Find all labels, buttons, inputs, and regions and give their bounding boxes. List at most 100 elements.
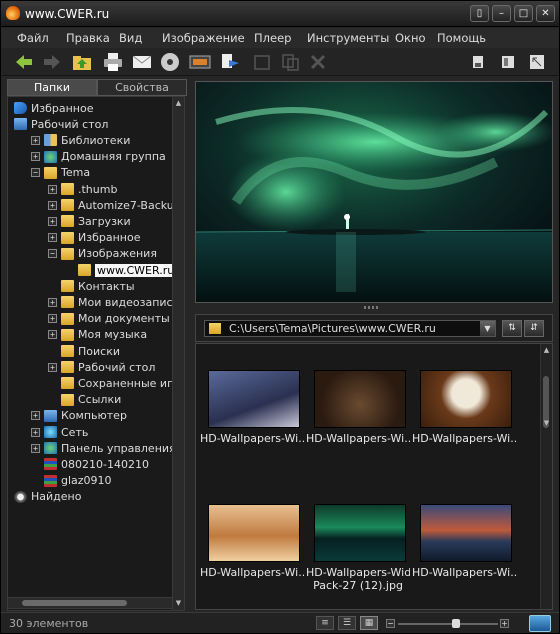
scroll-down-icon[interactable]: ▼ — [174, 599, 183, 608]
tree-item[interactable]: − Изображения — [48, 246, 157, 262]
folder-up-icon[interactable] — [71, 51, 93, 73]
tree-item[interactable]: + Automize7-Backup — [48, 197, 181, 213]
tree-item[interactable]: − Tema — [31, 165, 90, 181]
tree-item[interactable]: + Домашняя группа — [31, 149, 166, 165]
path-dropdown-icon[interactable]: ▼ — [480, 321, 495, 336]
move-to-icon[interactable] — [280, 51, 302, 73]
expand-icon[interactable]: + — [48, 330, 57, 340]
tab-folders[interactable]: Папки — [7, 79, 97, 96]
tree-item[interactable]: Поиски — [48, 343, 120, 359]
list-view-icon[interactable]: ☰ — [338, 616, 356, 630]
expand-icon[interactable]: + — [31, 152, 40, 162]
tree-item[interactable]: + Мои видеозаписи — [48, 294, 180, 310]
forward-arrow-icon[interactable] — [41, 51, 63, 73]
expand-icon[interactable]: + — [48, 184, 57, 194]
expand-icon[interactable]: + — [31, 443, 40, 453]
tree-item[interactable]: + Рабочий стол — [48, 359, 155, 375]
thumbnail-item[interactable]: HD-Wallpapers-Wide Pack-27 (12).jpg — [306, 500, 410, 600]
tree-item[interactable]: + Избранное — [48, 230, 140, 246]
details-view-icon[interactable]: ≡ — [316, 616, 334, 630]
fullscreen-view-icon[interactable] — [529, 615, 551, 632]
menu-view[interactable]: Вид — [119, 31, 142, 45]
burn-disc-icon[interactable] — [159, 51, 181, 73]
tree-item[interactable]: + Мои документы — [48, 311, 170, 327]
expand-icon[interactable]: + — [48, 314, 57, 324]
convert-icon[interactable] — [219, 51, 241, 73]
tree-item[interactable]: Найдено — [14, 489, 81, 505]
tree-item[interactable]: + Сеть — [31, 424, 88, 440]
expand-icon[interactable]: + — [48, 233, 57, 243]
tree-item[interactable]: www.CWER.ru — [65, 262, 177, 278]
panel-splitter[interactable] — [189, 81, 193, 611]
tree-item[interactable]: Сохраненные игры — [48, 375, 184, 391]
tree-item[interactable]: + Моя музыка — [48, 327, 147, 343]
thumbnail-scrollbar[interactable]: ▲ ▼ — [540, 344, 552, 609]
tree-item[interactable]: + Загрузки — [48, 213, 131, 229]
zoom-knob[interactable] — [452, 619, 460, 628]
close-button[interactable]: ✕ — [536, 5, 555, 22]
tab-properties[interactable]: Свойства — [97, 79, 187, 96]
menu-window[interactable]: Окно — [395, 31, 426, 45]
thumbnail-item[interactable]: HD-Wallpapers-Wi... — [412, 366, 516, 466]
sort-icon[interactable]: ⇅ — [502, 320, 522, 337]
thumbnail-item[interactable]: HD-Wallpapers-Wi... — [200, 500, 304, 600]
collapse-icon[interactable]: − — [31, 168, 40, 178]
tree-item[interactable]: Избранное — [14, 100, 93, 116]
save-layout-icon[interactable] — [467, 51, 489, 73]
filter-icon[interactable]: ⇵ — [524, 320, 544, 337]
pin-icon[interactable]: ▯ — [470, 5, 489, 22]
minimize-button[interactable]: – — [492, 5, 511, 22]
folder-icon — [61, 312, 74, 325]
tree-item[interactable]: Рабочий стол — [14, 116, 108, 132]
tree-item[interactable]: + Панель управления — [31, 440, 176, 456]
path-input[interactable]: C:\Users\Tema\Pictures\www.CWER.ru ▼ — [204, 320, 496, 337]
tree-item[interactable]: 080210-140210 — [31, 456, 149, 472]
tree-horizontal-scrollbar[interactable] — [7, 597, 173, 609]
zoom-slider[interactable]: − + — [386, 619, 509, 628]
expand-icon[interactable]: + — [31, 427, 40, 437]
expand-icon[interactable]: + — [48, 362, 57, 372]
tree-item[interactable]: Контакты — [48, 278, 135, 294]
menu-image[interactable]: Изображение — [162, 31, 245, 45]
tree-item-label: Ссылки — [78, 393, 122, 407]
menu-player[interactable]: Плеер — [254, 31, 291, 45]
tree-item[interactable]: + .thumb — [48, 181, 117, 197]
expand-icon[interactable]: + — [31, 135, 40, 145]
expand-icon[interactable]: + — [48, 297, 57, 307]
menu-tools[interactable]: Инструменты — [307, 31, 389, 45]
zoom-out-icon[interactable]: − — [386, 619, 395, 628]
menu-file[interactable]: Файл — [17, 31, 49, 45]
print-icon[interactable] — [102, 51, 124, 73]
zoom-in-icon[interactable]: + — [500, 619, 509, 628]
scroll-down-icon[interactable]: ▼ — [542, 419, 551, 428]
tree-item[interactable]: + Компьютер — [31, 408, 127, 424]
panel-layout-icon[interactable] — [497, 51, 519, 73]
tree-item[interactable]: Ссылки — [48, 392, 121, 408]
email-icon[interactable] — [131, 51, 153, 73]
maximize-button[interactable]: □ — [514, 5, 533, 22]
slideshow-icon[interactable] — [189, 51, 211, 73]
expand-icon[interactable]: + — [48, 200, 57, 210]
fullscreen-icon[interactable] — [526, 51, 548, 73]
copy-to-icon[interactable] — [251, 51, 273, 73]
tree-item[interactable]: + Библиотеки — [31, 132, 130, 148]
expand-icon[interactable]: + — [31, 411, 40, 421]
scroll-up-icon[interactable]: ▲ — [174, 99, 183, 108]
menu-edit[interactable]: Правка — [66, 31, 110, 45]
tree-vertical-scrollbar[interactable]: ▲ ▼ — [172, 97, 184, 610]
menu-help[interactable]: Помощь — [437, 31, 486, 45]
homegroup-icon — [44, 150, 57, 163]
scroll-thumb[interactable] — [22, 600, 127, 606]
collapse-icon[interactable]: − — [48, 249, 57, 259]
back-arrow-icon[interactable] — [13, 51, 35, 73]
splitter-grip[interactable] — [364, 306, 378, 309]
thumbnail-item[interactable]: HD-Wallpapers-Wi... — [306, 366, 410, 466]
expand-icon[interactable]: + — [48, 216, 57, 226]
thumbnail-view-icon[interactable]: ▦ — [360, 616, 378, 630]
thumbnail-item[interactable]: HD-Wallpapers-Wi... — [412, 500, 516, 600]
title-bar[interactable]: www.CWER.ru ▯ – □ ✕ — [1, 1, 559, 27]
scroll-up-icon[interactable]: ▲ — [542, 346, 551, 355]
delete-icon[interactable] — [307, 51, 329, 73]
thumbnail-item[interactable]: HD-Wallpapers-Wi... — [200, 366, 304, 466]
tree-item[interactable]: glaz0910 — [31, 473, 112, 489]
